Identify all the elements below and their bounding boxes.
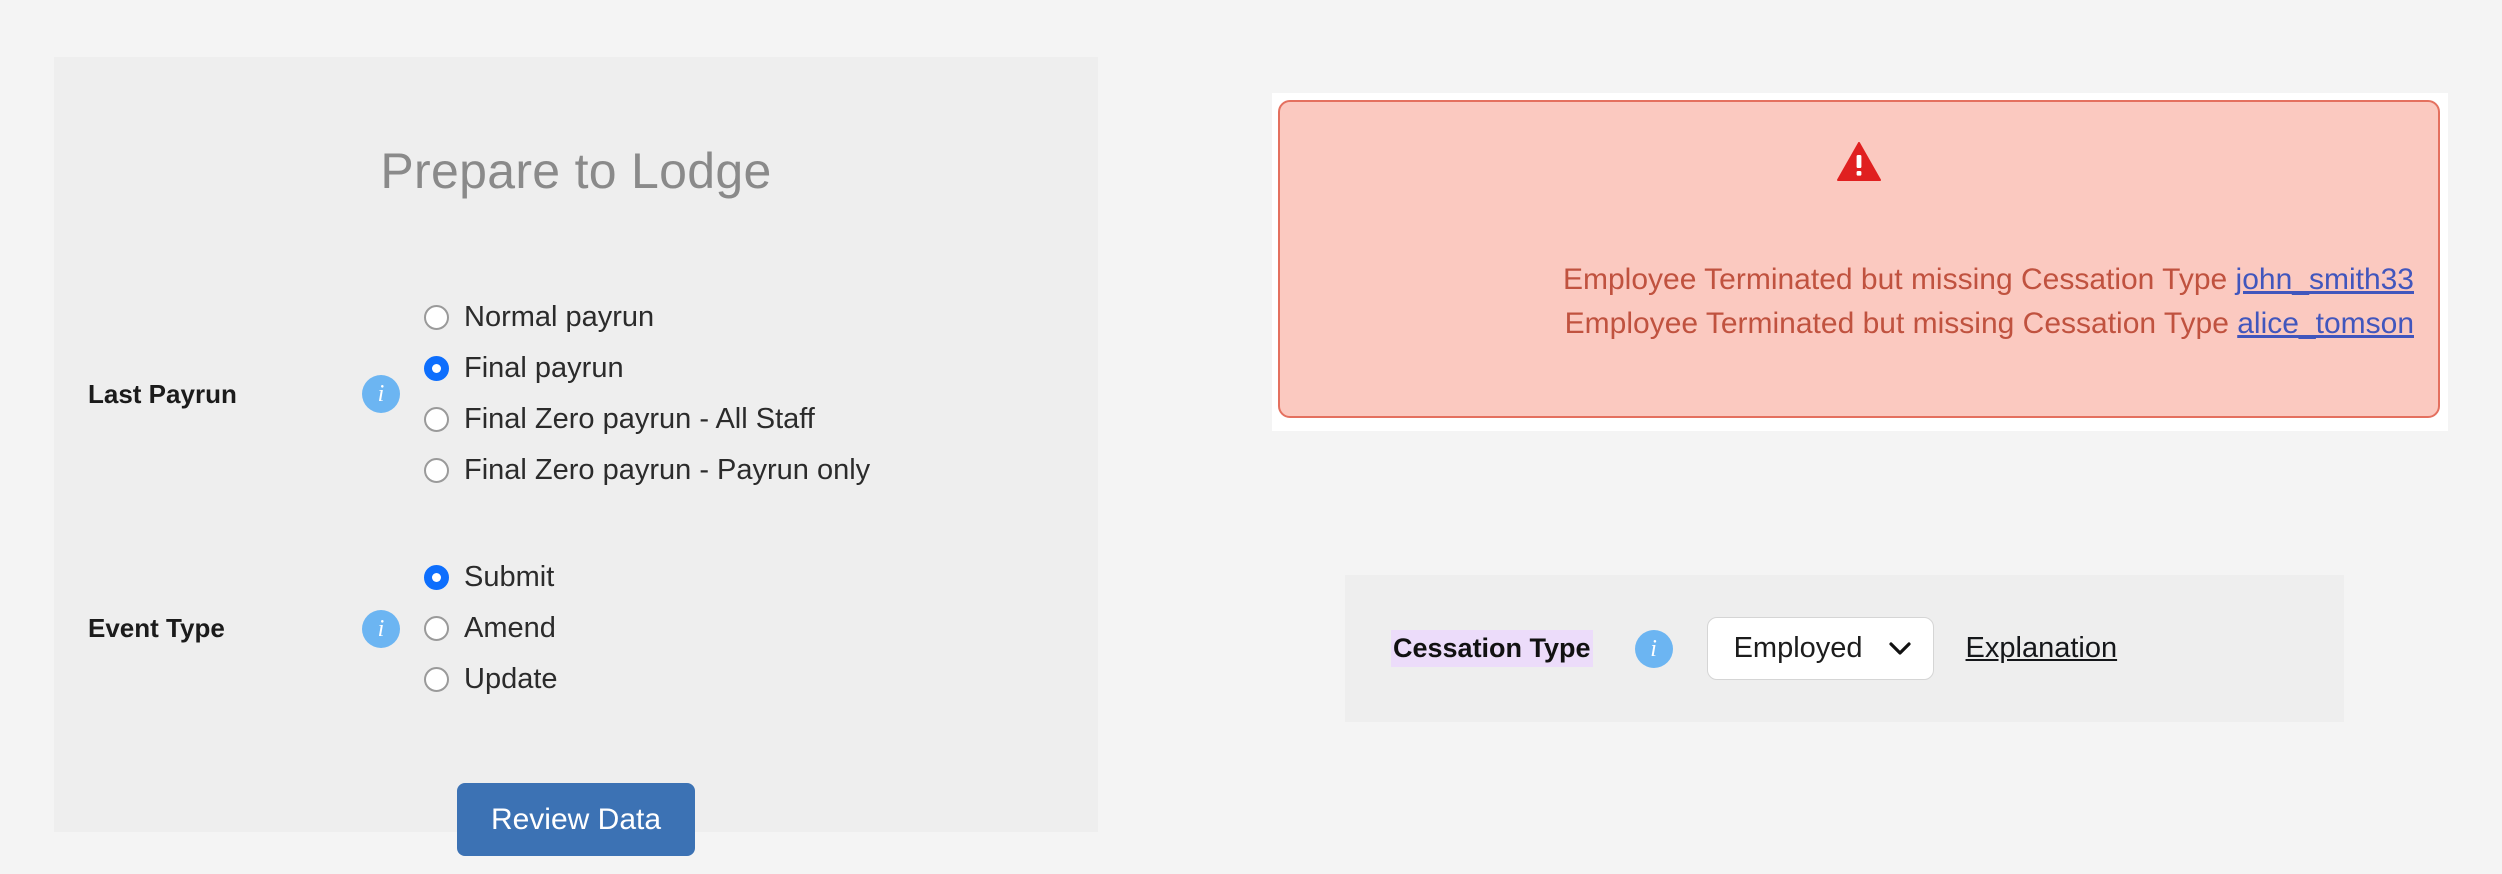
radio-label: Amend bbox=[464, 612, 556, 644]
alert-message-list: Employee Terminated but missing Cessatio… bbox=[1280, 258, 2438, 346]
review-data-button[interactable]: Review Data bbox=[456, 783, 696, 856]
radio-option-final-zero-payrun-all-staff[interactable]: Final Zero payrun - All Staff bbox=[424, 394, 870, 445]
radio-option-final-zero-payrun-payrun-only[interactable]: Final Zero payrun - Payrun only bbox=[424, 445, 870, 496]
radio-label: Final Zero payrun - All Staff bbox=[464, 403, 815, 435]
radio-label: Final payrun bbox=[464, 352, 624, 384]
alert-message-text: Employee Terminated but missing Cessatio… bbox=[1562, 263, 2228, 296]
info-icon[interactable]: i bbox=[362, 609, 400, 648]
radio-mark[interactable] bbox=[424, 616, 449, 641]
cessation-type-select[interactable]: Employed bbox=[1706, 617, 1934, 680]
warning-icon-wrap bbox=[1280, 142, 2438, 182]
radio-label: Final Zero payrun - Payrun only bbox=[464, 454, 871, 486]
radio-mark[interactable] bbox=[424, 565, 449, 590]
radio-label: Normal payrun bbox=[464, 301, 655, 333]
radio-option-update[interactable]: Update bbox=[424, 654, 558, 705]
radio-mark[interactable] bbox=[424, 458, 449, 483]
review-data-button-wrap: Review Data bbox=[54, 783, 1098, 856]
warning-triangle-icon bbox=[1837, 142, 1881, 181]
explanation-link[interactable]: Explanation bbox=[1966, 632, 2118, 665]
prepare-to-lodge-panel: Prepare to Lodge Last Payrun i Normal pa… bbox=[54, 57, 1098, 856]
cessation-type-label: Cessation Type bbox=[1391, 630, 1593, 667]
alert-message: Employee Terminated but missing Cessatio… bbox=[1304, 258, 2414, 302]
info-icon[interactable]: i bbox=[362, 375, 400, 413]
event-type-label: Event Type bbox=[88, 613, 225, 643]
radio-mark[interactable] bbox=[424, 407, 449, 432]
radio-option-amend[interactable]: Amend bbox=[424, 603, 558, 654]
last-payrun-radio-group: Normal payrun Final payrun Final Zero pa… bbox=[424, 292, 870, 496]
radio-option-submit[interactable]: Submit bbox=[424, 552, 558, 603]
alert-employee-link[interactable]: alice_tomson bbox=[2237, 307, 2414, 340]
cessation-type-select-value: Employed bbox=[1733, 632, 1863, 664]
radio-mark[interactable] bbox=[424, 305, 449, 330]
form-row-event-type: Event Type i Submit Amend Update bbox=[54, 552, 1098, 705]
radio-option-normal-payrun[interactable]: Normal payrun bbox=[424, 292, 870, 343]
radio-label: Submit bbox=[464, 561, 555, 593]
alert-message-text: Employee Terminated but missing Cessatio… bbox=[1564, 306, 2229, 340]
radio-mark[interactable] bbox=[424, 356, 449, 381]
cessation-type-panel: Cessation Type i Employed Explanation bbox=[1345, 575, 2344, 722]
last-payrun-label: Last Payrun bbox=[88, 378, 237, 409]
radio-option-final-payrun[interactable]: Final payrun bbox=[424, 343, 870, 394]
form-row-last-payrun: Last Payrun i Normal payrun Final payrun… bbox=[54, 292, 1098, 496]
chevron-down-icon bbox=[1888, 641, 1911, 655]
page-title: Prepare to Lodge bbox=[380, 143, 772, 199]
alert-message: Employee Terminated but missing Cessatio… bbox=[1304, 302, 2414, 346]
validation-alert-card: Employee Terminated but missing Cessatio… bbox=[1272, 93, 2448, 431]
alert-employee-link[interactable]: john_smith33 bbox=[2236, 263, 2414, 296]
lodge-form: Last Payrun i Normal payrun Final payrun… bbox=[54, 292, 1098, 705]
validation-alert: Employee Terminated but missing Cessatio… bbox=[1278, 100, 2440, 418]
radio-label: Update bbox=[464, 663, 558, 695]
info-icon[interactable]: i bbox=[1634, 629, 1673, 668]
event-type-radio-group: Submit Amend Update bbox=[424, 552, 558, 705]
radio-mark[interactable] bbox=[424, 667, 449, 692]
cessation-type-row: Cessation Type i Employed Explanation bbox=[1345, 575, 2344, 722]
